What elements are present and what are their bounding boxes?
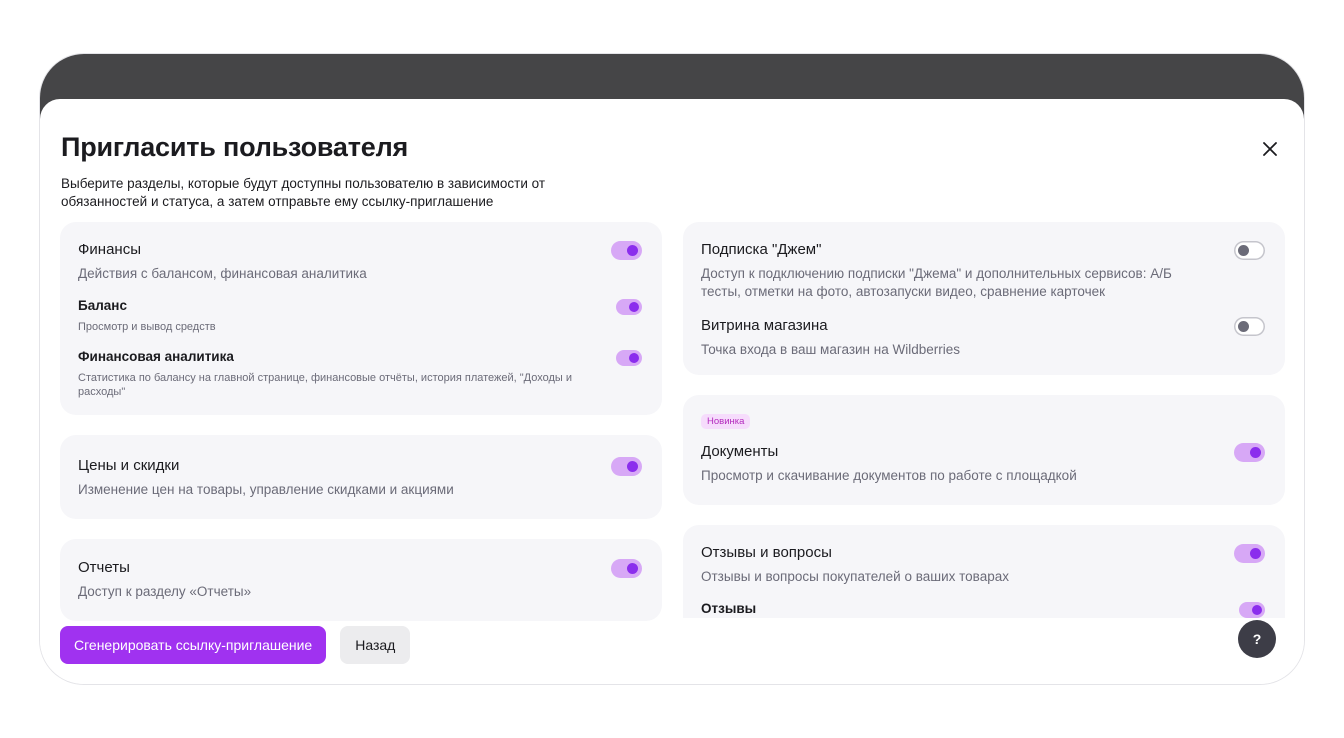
modal-subtitle: Выберите разделы, которые будут доступны…	[61, 176, 546, 209]
app-frame: Пригласить пользователя Выберите разделы…	[40, 54, 1304, 684]
section-title: Отзывы и вопросы	[701, 544, 832, 561]
section-card-reports: Отчеты Доступ к разделу «Отчеты»	[60, 539, 662, 621]
section-title: Финансы	[78, 241, 141, 258]
subsection-title: Отзывы	[701, 601, 757, 616]
generate-invite-link-button[interactable]: Сгенерировать ссылку-приглашение	[60, 626, 327, 664]
close-button[interactable]	[1256, 135, 1284, 163]
toggle-prices[interactable]	[611, 457, 642, 476]
toggle-balance[interactable]	[616, 299, 642, 315]
invite-user-modal: Пригласить пользователя Выберите разделы…	[40, 99, 1304, 684]
new-badge: Новинка	[701, 414, 751, 429]
question-icon: ?	[1252, 631, 1262, 647]
section-title: Витрина магазина	[701, 317, 828, 334]
back-button[interactable]: Назад	[340, 626, 411, 664]
toggle-knob	[1238, 321, 1249, 332]
section-description: Изменение цен на товары, управление скид…	[78, 482, 454, 497]
section-title: Подписка "Джем"	[701, 241, 822, 258]
toggle-reports[interactable]	[611, 559, 642, 578]
toggle-jam-subscription[interactable]	[1234, 241, 1265, 260]
section-title: Цены и скидки	[78, 457, 180, 474]
section-card-subscription: Подписка "Джем" Доступ к подключению под…	[683, 222, 1285, 375]
toggle-knob	[627, 563, 638, 574]
toggle-knob	[627, 245, 638, 256]
section-card-documents: Новинка Документы Просмотр и скачивание …	[683, 395, 1285, 505]
section-title: Отчеты	[78, 559, 130, 576]
subsection-description: Просмотр и вывод средств	[78, 321, 216, 333]
toggle-knob	[1250, 447, 1261, 458]
toggle-knob	[1252, 605, 1262, 615]
toggle-knob	[629, 302, 639, 312]
right-column: Подписка "Джем" Доступ к подключению под…	[683, 222, 1285, 618]
section-card-prices: Цены и скидки Изменение цен на товары, у…	[60, 435, 662, 519]
toggle-storefront[interactable]	[1234, 317, 1265, 336]
subsection-title: Финансовая аналитика	[78, 349, 234, 364]
subsection-title: Баланс	[78, 298, 127, 313]
modal-footer: Сгенерировать ссылку-приглашение Назад	[60, 626, 411, 664]
section-title: Документы	[701, 443, 779, 460]
close-icon	[1263, 142, 1277, 156]
modal-title: Пригласить пользователя	[61, 132, 409, 162]
toggle-reviews[interactable]	[1239, 602, 1265, 618]
section-description: Просмотр и скачивание документов по рабо…	[701, 468, 1077, 483]
section-card-reviews: Отзывы и вопросы Отзывы и вопросы покупа…	[683, 525, 1285, 618]
section-description: Отзывы и вопросы покупателей о ваших тов…	[701, 569, 1009, 584]
help-button[interactable]: ?	[1238, 620, 1276, 658]
section-card-finance: Финансы Действия с балансом, финансовая …	[60, 222, 662, 415]
toggle-finance[interactable]	[611, 241, 642, 260]
toggle-knob	[627, 461, 638, 472]
toggle-knob	[629, 353, 639, 363]
left-column: Финансы Действия с балансом, финансовая …	[60, 222, 662, 641]
section-description: Доступ к подключению подписки "Джема" и …	[701, 266, 1172, 299]
subsection-description: Статистика по балансу на главной страниц…	[78, 372, 573, 398]
section-description: Действия с балансом, финансовая аналитик…	[78, 266, 367, 281]
toggle-knob	[1238, 245, 1249, 256]
section-description: Доступ к разделу «Отчеты»	[78, 584, 252, 599]
section-description: Точка входа в ваш магазин на Wildberries	[701, 342, 960, 357]
toggle-knob	[1250, 548, 1261, 559]
toggle-financial-analytics[interactable]	[616, 350, 642, 366]
toggle-documents[interactable]	[1234, 443, 1265, 462]
toggle-reviews-questions[interactable]	[1234, 544, 1265, 563]
